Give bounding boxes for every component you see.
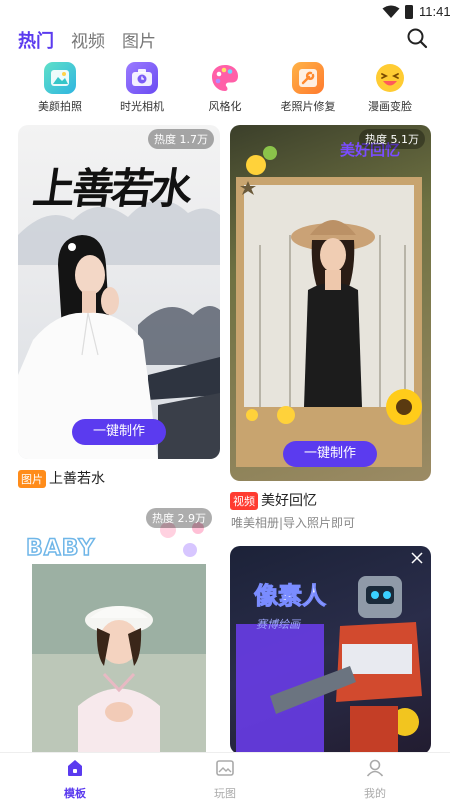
make-button[interactable]: 一键制作 [72,419,166,445]
search-icon[interactable] [406,27,428,49]
feature-label: 老照片修复 [280,100,336,113]
tab-video[interactable]: 视频 [71,30,105,54]
heat-badge: 热度 1.7万 [148,129,214,149]
home-icon [68,760,82,776]
wifi-icon [382,5,400,18]
nav-label: 玩图 [214,787,236,800]
nav-templates[interactable]: 模板 [35,757,115,800]
tab-image[interactable]: 图片 [122,30,156,54]
laughing-face-icon [374,62,406,94]
battery-icon [405,5,413,19]
type-tag-video: 视频 [230,492,258,510]
feature-beauty-camera[interactable]: 美颜拍照 [20,62,100,114]
heat-badge: 热度 5.1万 [359,129,425,149]
card-title-text: 上善若水 [49,471,105,487]
feature-label: 时光相机 [120,100,164,113]
card-title-shangshan: 图片 上善若水 [18,468,105,488]
beauty-camera-icon [44,62,76,94]
heat-badge: 热度 2.9万 [146,508,212,528]
feature-stylize[interactable]: 风格化 [185,62,265,114]
feature-row: 美颜拍照 时光相机 风格化 老照片修复 漫画变脸 [0,62,450,118]
status-bar: 11:41 [0,0,450,24]
nav-mine[interactable]: 我的 [335,757,415,800]
card-art-title: 像素人 [254,582,327,611]
nav-label: 我的 [364,787,386,800]
feature-label: 风格化 [208,100,242,113]
palette-icon [209,62,241,94]
make-button[interactable]: 一键制作 [283,441,377,467]
card-title-meihao: 视频 美好回忆 [230,490,317,510]
category-tabs: 热门 视频 图片 [18,26,173,54]
feature-label: 漫画变脸 [368,100,412,113]
card-art-title: 上善若水 [30,164,194,213]
type-tag-image: 图片 [18,470,46,488]
card-artwork [236,146,422,467]
feature-time-camera[interactable]: 时光相机 [102,62,182,114]
nav-play-images[interactable]: 玩图 [185,757,265,800]
nav-label: 模板 [64,787,86,800]
template-card-meihao[interactable]: 美好回忆 热度 5.1万 一键制作 [230,125,431,481]
card-subtitle: 唯美相册|导入照片即可 [231,516,356,530]
feature-old-photo-repair[interactable]: 老照片修复 [268,62,348,114]
user-icon [366,759,384,777]
feature-comic-face[interactable]: 漫画变脸 [350,62,430,114]
time-camera-icon [126,62,158,94]
template-card-baby[interactable]: BABY 热度 2.9万 [18,506,220,754]
bottom-navigation: 模板 玩图 我的 [0,752,450,800]
gallery-icon [216,760,234,776]
card-title-text: 美好回忆 [261,493,317,509]
repair-wrench-icon [292,62,324,94]
tab-hot[interactable]: 热门 [18,30,54,54]
app-screen: 11:41 热门 视频 图片 美颜拍照 时光相机 风格化 老照片修复 漫画变脸 … [0,0,450,800]
template-card-shangshan[interactable]: 上善若水 热度 1.7万 一键制作 [18,125,220,459]
card-art-subtitle: 赛博绘画 [256,618,300,631]
card-art-title: BABY [25,535,96,562]
status-time: 11:41 [419,4,450,19]
template-card-pixel-person[interactable]: 像素人 赛博绘画 [230,546,431,754]
feature-label: 美颜拍照 [38,100,82,113]
close-icon[interactable] [411,552,423,564]
